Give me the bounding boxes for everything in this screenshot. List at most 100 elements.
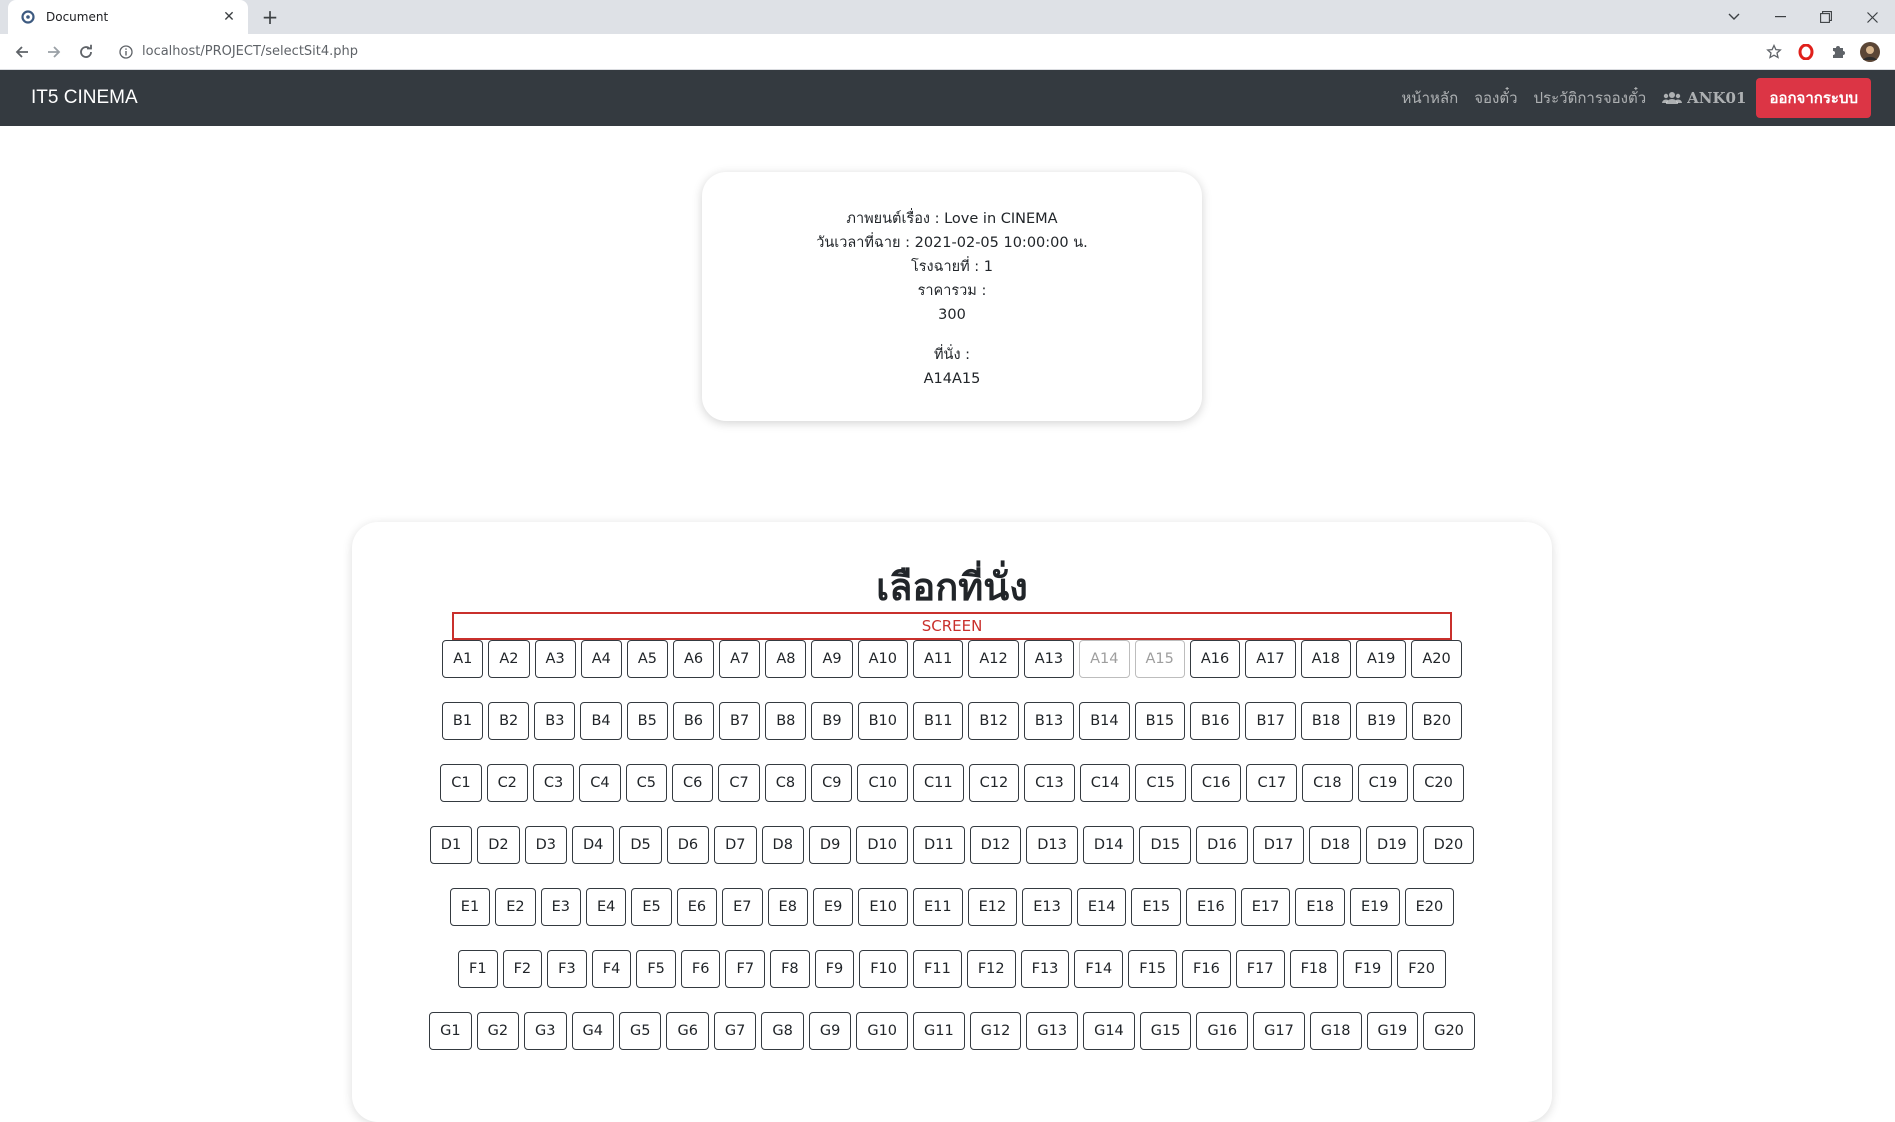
seat-button-e6[interactable]: E6 <box>676 888 718 926</box>
seat-button-a3[interactable]: A3 <box>534 640 576 678</box>
seat-button-g17[interactable]: G17 <box>1253 1012 1305 1050</box>
seat-button-e1[interactable]: E1 <box>449 888 491 926</box>
nav-booking-link[interactable]: จองตั๋ว <box>1474 86 1517 110</box>
seat-button-e10[interactable]: E10 <box>858 888 908 926</box>
seat-button-d20[interactable]: D20 <box>1422 826 1475 864</box>
seat-button-f3[interactable]: F3 <box>547 950 587 988</box>
seat-button-b3[interactable]: B3 <box>534 702 576 740</box>
seat-button-a20[interactable]: A20 <box>1411 640 1462 678</box>
bookmark-star-icon[interactable] <box>1763 41 1785 63</box>
seat-button-e7[interactable]: E7 <box>722 888 763 926</box>
brand-logo[interactable]: IT5 CINEMA <box>31 87 1385 109</box>
seat-button-b19[interactable]: B19 <box>1356 702 1407 740</box>
seat-button-d18[interactable]: D18 <box>1309 826 1361 864</box>
seat-button-g3[interactable]: G3 <box>524 1012 567 1050</box>
site-info-icon[interactable] <box>118 44 134 60</box>
seat-button-d13[interactable]: D13 <box>1026 826 1078 864</box>
seat-button-g9[interactable]: G9 <box>808 1012 852 1050</box>
seat-button-e16[interactable]: E16 <box>1186 888 1236 926</box>
seat-button-g12[interactable]: G12 <box>969 1012 1022 1050</box>
seat-button-b16[interactable]: B16 <box>1190 702 1241 740</box>
seat-button-g8[interactable]: G8 <box>761 1012 804 1050</box>
seat-button-b7[interactable]: B7 <box>719 702 761 740</box>
seat-button-a6[interactable]: A6 <box>673 640 715 678</box>
seat-button-g14[interactable]: G14 <box>1083 1012 1135 1050</box>
seat-button-d14[interactable]: D14 <box>1082 826 1135 864</box>
seat-button-c3[interactable]: C3 <box>532 764 575 802</box>
seat-button-f13[interactable]: F13 <box>1020 950 1070 988</box>
seat-button-a16[interactable]: A16 <box>1189 640 1241 678</box>
seat-button-d4[interactable]: D4 <box>571 826 615 864</box>
seat-button-g16[interactable]: G16 <box>1196 1012 1249 1050</box>
seat-button-d2[interactable]: D2 <box>477 826 520 864</box>
seat-button-d16[interactable]: D16 <box>1196 826 1248 864</box>
seat-button-b18[interactable]: B18 <box>1300 702 1352 740</box>
seat-button-a18[interactable]: A18 <box>1300 640 1352 678</box>
seat-button-a13[interactable]: A13 <box>1023 640 1075 678</box>
seat-button-c18[interactable]: C18 <box>1302 764 1353 802</box>
seat-button-b20[interactable]: B20 <box>1411 702 1463 740</box>
tab-search-icon[interactable] <box>1711 0 1757 34</box>
address-bar[interactable]: localhost/PROJECT/selectSit4.php <box>110 38 1763 66</box>
new-tab-icon[interactable]: + <box>258 5 282 29</box>
forward-icon[interactable] <box>40 38 68 66</box>
seat-button-d11[interactable]: D11 <box>912 826 965 864</box>
seat-button-c8[interactable]: C8 <box>764 764 807 802</box>
seat-button-d17[interactable]: D17 <box>1252 826 1305 864</box>
seat-button-f19[interactable]: F19 <box>1343 950 1393 988</box>
seat-button-f14[interactable]: F14 <box>1074 950 1124 988</box>
close-window-icon[interactable] <box>1849 0 1895 34</box>
seat-button-f17[interactable]: F17 <box>1235 950 1285 988</box>
seat-button-e14[interactable]: E14 <box>1076 888 1127 926</box>
seat-button-c15[interactable]: C15 <box>1135 764 1186 802</box>
seat-button-e20[interactable]: E20 <box>1404 888 1455 926</box>
seat-button-a17[interactable]: A17 <box>1245 640 1296 678</box>
seat-button-c12[interactable]: C12 <box>968 764 1020 802</box>
seat-button-e5[interactable]: E5 <box>631 888 672 926</box>
seat-button-g1[interactable]: G1 <box>429 1012 472 1050</box>
seat-button-d1[interactable]: D1 <box>429 826 473 864</box>
seat-button-a9[interactable]: A9 <box>811 640 853 678</box>
seat-button-f1[interactable]: F1 <box>458 950 498 988</box>
seat-button-g19[interactable]: G19 <box>1366 1012 1419 1050</box>
seat-button-b2[interactable]: B2 <box>488 702 530 740</box>
seat-button-a11[interactable]: A11 <box>913 640 964 678</box>
seat-button-f10[interactable]: F10 <box>859 950 909 988</box>
seat-button-d12[interactable]: D12 <box>969 826 1022 864</box>
seat-button-e15[interactable]: E15 <box>1131 888 1182 926</box>
seat-button-e12[interactable]: E12 <box>967 888 1018 926</box>
seat-button-f20[interactable]: F20 <box>1397 950 1446 988</box>
seat-button-b15[interactable]: B15 <box>1134 702 1186 740</box>
seat-button-e3[interactable]: E3 <box>540 888 581 926</box>
seat-button-a19[interactable]: A19 <box>1356 640 1407 678</box>
seat-button-a8[interactable]: A8 <box>765 640 807 678</box>
back-icon[interactable] <box>8 38 36 66</box>
seat-button-g10[interactable]: G10 <box>856 1012 909 1050</box>
seat-button-d6[interactable]: D6 <box>666 826 710 864</box>
seat-button-d9[interactable]: D9 <box>808 826 852 864</box>
seat-button-c4[interactable]: C4 <box>579 764 621 802</box>
seat-button-e17[interactable]: E17 <box>1240 888 1291 926</box>
seat-button-c6[interactable]: C6 <box>672 764 714 802</box>
seat-button-b8[interactable]: B8 <box>765 702 807 740</box>
seat-button-a10[interactable]: A10 <box>857 640 909 678</box>
seat-button-e11[interactable]: E11 <box>912 888 963 926</box>
seat-button-d8[interactable]: D8 <box>761 826 804 864</box>
seat-button-c13[interactable]: C13 <box>1024 764 1075 802</box>
seat-button-a1[interactable]: A1 <box>442 640 484 678</box>
seat-button-a2[interactable]: A2 <box>488 640 530 678</box>
seat-button-e19[interactable]: E19 <box>1349 888 1400 926</box>
seat-button-c20[interactable]: C20 <box>1413 764 1464 802</box>
tab-close-icon[interactable]: ✕ <box>220 8 238 26</box>
seat-button-e13[interactable]: E13 <box>1022 888 1072 926</box>
seat-button-b17[interactable]: B17 <box>1245 702 1296 740</box>
reload-icon[interactable] <box>72 38 100 66</box>
seat-button-b5[interactable]: B5 <box>626 702 668 740</box>
seat-button-g7[interactable]: G7 <box>713 1012 757 1050</box>
seat-button-f4[interactable]: F4 <box>591 950 632 988</box>
seat-button-c9[interactable]: C9 <box>811 764 853 802</box>
seat-button-b6[interactable]: B6 <box>672 702 715 740</box>
seat-button-c19[interactable]: C19 <box>1357 764 1409 802</box>
restore-icon[interactable] <box>1803 0 1849 34</box>
seat-button-f11[interactable]: F11 <box>913 950 962 988</box>
